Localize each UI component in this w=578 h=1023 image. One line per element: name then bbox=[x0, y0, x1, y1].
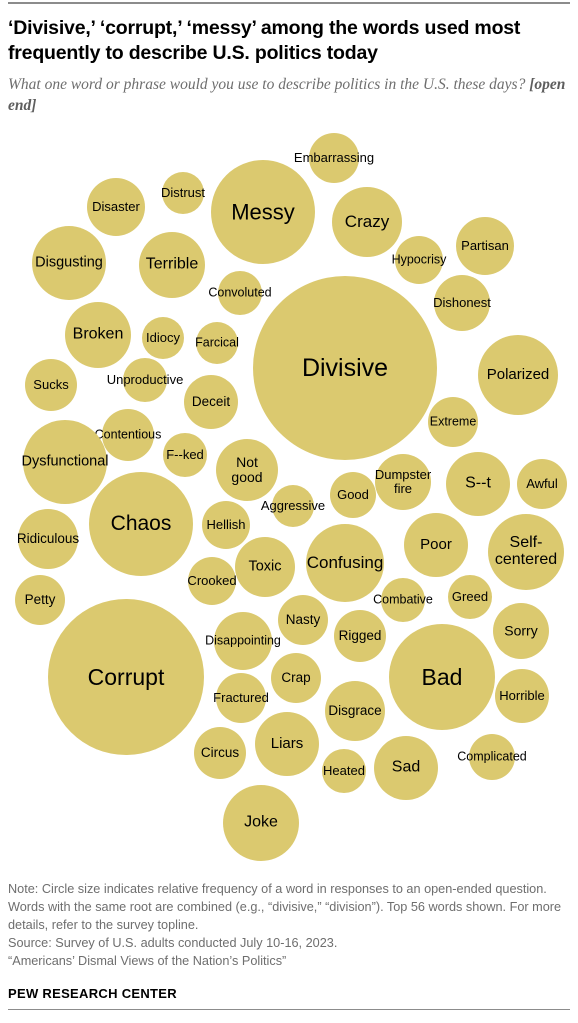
word-bubble bbox=[374, 736, 438, 800]
word-bubble bbox=[332, 187, 402, 257]
word-bubble bbox=[188, 557, 236, 605]
word-bubble bbox=[428, 397, 478, 447]
chart-subtitle: What one word or phrase would you use to… bbox=[8, 75, 570, 116]
word-bubble bbox=[272, 485, 314, 527]
word-bubble bbox=[517, 459, 567, 509]
pew-research-center-brand: PEW RESEARCH CENTER bbox=[8, 986, 177, 1002]
word-bubble bbox=[375, 454, 431, 510]
word-bubble bbox=[434, 275, 490, 331]
word-bubble bbox=[32, 226, 106, 300]
word-bubble bbox=[18, 509, 78, 569]
word-bubble bbox=[218, 271, 262, 315]
word-bubble bbox=[89, 472, 193, 576]
subtitle-question: What one word or phrase would you use to… bbox=[8, 76, 530, 94]
word-bubble bbox=[15, 575, 65, 625]
word-bubble bbox=[448, 575, 492, 619]
word-bubble bbox=[255, 712, 319, 776]
word-bubble bbox=[123, 358, 167, 402]
word-bubble bbox=[278, 595, 328, 645]
word-bubble bbox=[446, 452, 510, 516]
word-bubble bbox=[194, 727, 246, 779]
word-bubble bbox=[495, 669, 549, 723]
infographic-page: ‘Divisive,’ ‘corrupt,’ ‘messy’ among the… bbox=[0, 0, 578, 1023]
word-bubble bbox=[25, 359, 77, 411]
word-bubble bbox=[381, 578, 425, 622]
word-bubble bbox=[23, 420, 107, 504]
bottom-divider bbox=[8, 1009, 570, 1010]
word-bubble bbox=[65, 302, 131, 368]
chart-source: Source: Survey of U.S. adults conducted … bbox=[8, 936, 338, 951]
word-bubble bbox=[163, 433, 207, 477]
chart-header: ‘Divisive,’ ‘corrupt,’ ‘messy’ among the… bbox=[8, 16, 570, 116]
top-divider bbox=[8, 2, 570, 4]
word-bubble bbox=[214, 612, 272, 670]
word-bubble bbox=[469, 734, 515, 780]
page-title: ‘Divisive,’ ‘corrupt,’ ‘messy’ among the… bbox=[8, 17, 521, 65]
word-bubble bbox=[478, 335, 558, 415]
word-bubble bbox=[404, 513, 468, 577]
word-bubble bbox=[253, 276, 437, 460]
word-bubble bbox=[202, 501, 250, 549]
word-bubble bbox=[139, 232, 205, 298]
word-bubble bbox=[196, 322, 238, 364]
word-bubble bbox=[184, 375, 238, 429]
word-bubble bbox=[48, 599, 204, 755]
word-bubble bbox=[223, 785, 299, 861]
word-bubble bbox=[395, 236, 443, 284]
word-bubble bbox=[488, 514, 564, 590]
word-bubble bbox=[211, 160, 315, 264]
word-bubble bbox=[87, 178, 145, 236]
word-bubble bbox=[330, 472, 376, 518]
word-bubble bbox=[235, 537, 295, 597]
word-bubble bbox=[102, 409, 154, 461]
word-bubble bbox=[271, 653, 321, 703]
word-bubble bbox=[306, 524, 384, 602]
word-bubble bbox=[325, 681, 385, 741]
word-bubble bbox=[389, 624, 495, 730]
chart-note: Note: Circle size indicates relative fre… bbox=[8, 882, 562, 933]
word-bubble bbox=[456, 217, 514, 275]
word-bubble bbox=[334, 610, 386, 662]
word-bubble bbox=[322, 749, 366, 793]
word-bubble bbox=[216, 673, 266, 723]
word-frequency-bubble-chart: Embarrassing Distrust Messy Crazy Disaster Pa… bbox=[0, 133, 578, 870]
chart-footer: Note: Circle size indicates relative fre… bbox=[8, 880, 570, 1001]
word-bubble bbox=[162, 172, 204, 214]
word-bubble bbox=[493, 603, 549, 659]
word-bubble bbox=[216, 439, 278, 501]
chart-publication: “Americans’ Dismal Views of the Nation’s… bbox=[8, 954, 287, 969]
word-bubble bbox=[142, 317, 184, 359]
word-bubble bbox=[309, 133, 359, 183]
